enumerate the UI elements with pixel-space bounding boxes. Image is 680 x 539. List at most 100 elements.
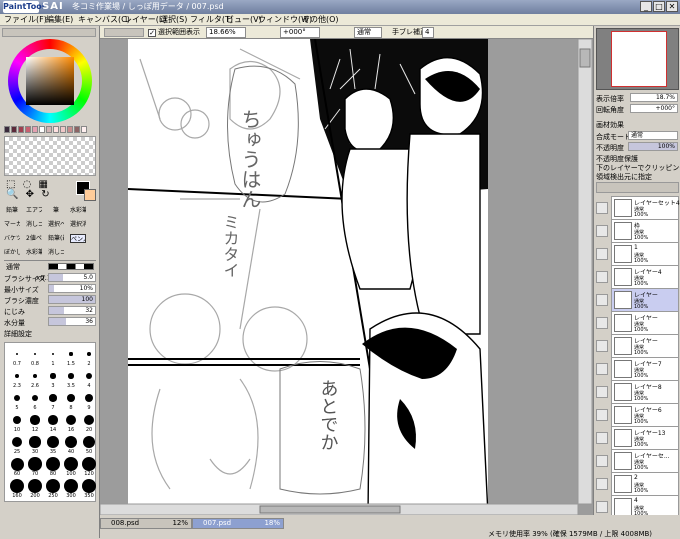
layer-buttons[interactable] <box>596 182 679 193</box>
tool-pen-input[interactable]: ペン入力 <box>70 234 86 243</box>
layer-item[interactable]: レイヤー8 通常 100% <box>596 380 679 404</box>
detail-settings-toggle[interactable]: 詳細設定 <box>4 329 32 339</box>
layer-item[interactable]: 枠 通常 100% <box>596 219 679 243</box>
doc-tab-007[interactable]: 007.psd 18% <box>192 518 284 529</box>
brush-size-dot[interactable] <box>64 435 78 449</box>
doc-tab-008[interactable]: 008.psd 12% <box>100 518 192 529</box>
brush-size-dot[interactable] <box>29 436 41 448</box>
tool-airbrush[interactable]: エアブラシ <box>26 206 42 215</box>
blend-select[interactable]: 通常 <box>354 27 382 38</box>
brush-size-dot[interactable] <box>10 457 24 471</box>
tool-eraser[interactable]: 消しゴム <box>26 220 42 229</box>
brush-size-dot[interactable] <box>50 373 56 379</box>
tool-watercolor-2[interactable]: 水彩筆 <box>26 248 42 257</box>
eye-icon[interactable] <box>596 271 608 283</box>
layer-item[interactable]: レイヤー 通常 100% <box>596 288 679 312</box>
tool-pencil[interactable]: 鉛筆 <box>4 206 20 215</box>
brush-size-dot[interactable] <box>46 457 60 471</box>
brush-size-dot[interactable] <box>87 352 91 356</box>
navigator-preview[interactable] <box>596 28 679 90</box>
selection-checkbox[interactable]: ✓ <box>148 29 156 37</box>
rotation-field[interactable]: +000° <box>280 27 320 38</box>
tool-marker[interactable]: マーカー <box>4 220 20 229</box>
eye-icon[interactable] <box>596 202 608 214</box>
tool-binary-pen[interactable]: 2値ペン <box>26 234 42 243</box>
layer-item[interactable]: レイヤー 通常 100% <box>596 311 679 335</box>
dilution-slider[interactable]: 36 <box>48 317 96 326</box>
color-swatch[interactable] <box>18 126 24 133</box>
eye-icon[interactable] <box>596 225 608 237</box>
brush-size-dot[interactable] <box>28 479 42 493</box>
minimize-button[interactable]: _ <box>640 1 652 12</box>
layer-item[interactable]: レイヤーセ... 通常 100% <box>596 449 679 473</box>
menu-view[interactable]: ビュー(V) <box>226 14 262 26</box>
density-slider[interactable]: 100 <box>48 295 96 304</box>
layer-blend-select[interactable]: 通常 <box>628 131 678 140</box>
brush-size-dot[interactable] <box>46 479 60 493</box>
brush-size-dot[interactable] <box>30 415 40 425</box>
color-swatch[interactable] <box>46 126 52 133</box>
nav-rotate-slider[interactable]: +000° <box>630 104 678 113</box>
layer-opacity-slider[interactable]: 100% <box>628 142 678 151</box>
brush-size-dot[interactable] <box>69 352 73 356</box>
min-size-slider[interactable]: 10% <box>48 284 96 293</box>
eye-icon[interactable] <box>596 386 608 398</box>
canvas-area[interactable]: ちゅうはん ミカタイ あとでか <box>100 39 593 515</box>
brush-size-dot[interactable] <box>32 373 38 379</box>
tool-select-pen[interactable]: 選択ペン <box>48 220 64 229</box>
color-swatch[interactable] <box>39 126 45 133</box>
layer-item[interactable]: 1 通常 100% <box>596 242 679 266</box>
menu-canvas[interactable]: キャンバス(C) <box>78 14 130 26</box>
saturation-value-box[interactable] <box>26 57 74 105</box>
brush-size-dot[interactable] <box>12 415 22 425</box>
brush-size-dot[interactable] <box>33 352 37 356</box>
color-swatch[interactable] <box>74 126 80 133</box>
effect-label[interactable]: 画材効果 <box>596 120 624 130</box>
brush-shape-selector[interactable] <box>48 263 94 270</box>
scratch-pad[interactable] <box>4 136 96 176</box>
brush-size-dot[interactable] <box>68 373 74 379</box>
layer-item[interactable]: レイヤー13 通常 100% <box>596 426 679 450</box>
brush-size-dot[interactable] <box>82 435 96 449</box>
tool-brush[interactable]: 筆 <box>48 206 64 215</box>
brush-size-dot[interactable] <box>49 394 57 402</box>
zoom-field[interactable]: 18.66% <box>206 27 246 38</box>
eye-icon[interactable] <box>596 409 608 421</box>
color-swatch[interactable] <box>11 126 17 133</box>
color-swatch[interactable] <box>4 126 10 133</box>
nav-zoom-slider[interactable]: 18.7% <box>630 93 678 102</box>
tool-watercolor[interactable]: 水彩筆 <box>70 206 86 215</box>
brush-size-dot[interactable] <box>48 415 58 425</box>
secondary-color-swatch[interactable] <box>84 189 96 201</box>
brush-size-dot[interactable] <box>10 479 24 493</box>
brush-size-dot[interactable] <box>28 457 42 471</box>
eye-icon[interactable] <box>596 248 608 260</box>
tool-select-eraser[interactable]: 選択消し <box>70 220 86 229</box>
selection-tools[interactable]: ⬚ ◌ ▦ 🔍 ✥ ↻ <box>6 180 62 200</box>
brush-size-dot[interactable] <box>64 457 78 471</box>
brush-size-dot[interactable] <box>84 393 94 403</box>
eye-icon[interactable] <box>596 340 608 352</box>
color-swatch[interactable] <box>60 126 66 133</box>
menu-select[interactable]: 選択(S) <box>160 14 187 26</box>
toolbar-undo-group[interactable] <box>104 28 144 37</box>
color-swatch[interactable] <box>25 126 31 133</box>
brush-size-dot[interactable] <box>47 436 59 448</box>
layer-item[interactable]: レイヤーセット4 通常 100% <box>596 196 680 220</box>
eye-icon[interactable] <box>596 455 608 467</box>
brush-size-dot[interactable] <box>51 352 55 356</box>
color-swatch[interactable] <box>32 126 38 133</box>
tool-eraser-2[interactable]: 消しゴム <box>48 248 64 257</box>
eye-icon[interactable] <box>596 294 608 306</box>
brush-size-dot[interactable] <box>82 457 96 471</box>
color-swatch[interactable] <box>67 126 73 133</box>
brush-size-dot[interactable] <box>31 394 39 402</box>
layer-item[interactable]: レイヤー 通常 100% <box>596 334 679 358</box>
tool-bucket[interactable]: バケツ <box>4 234 20 243</box>
brush-size-dot[interactable] <box>14 373 20 379</box>
menu-edit[interactable]: 編集(E) <box>46 14 73 26</box>
layer-item[interactable]: レイヤー4 通常 100% <box>596 265 679 289</box>
tool-pencil-min[interactable]: 鉛筆(最) <box>48 234 64 243</box>
blending-slider[interactable]: 32 <box>48 306 96 315</box>
layer-item[interactable]: 4 通常 100% <box>596 495 679 516</box>
